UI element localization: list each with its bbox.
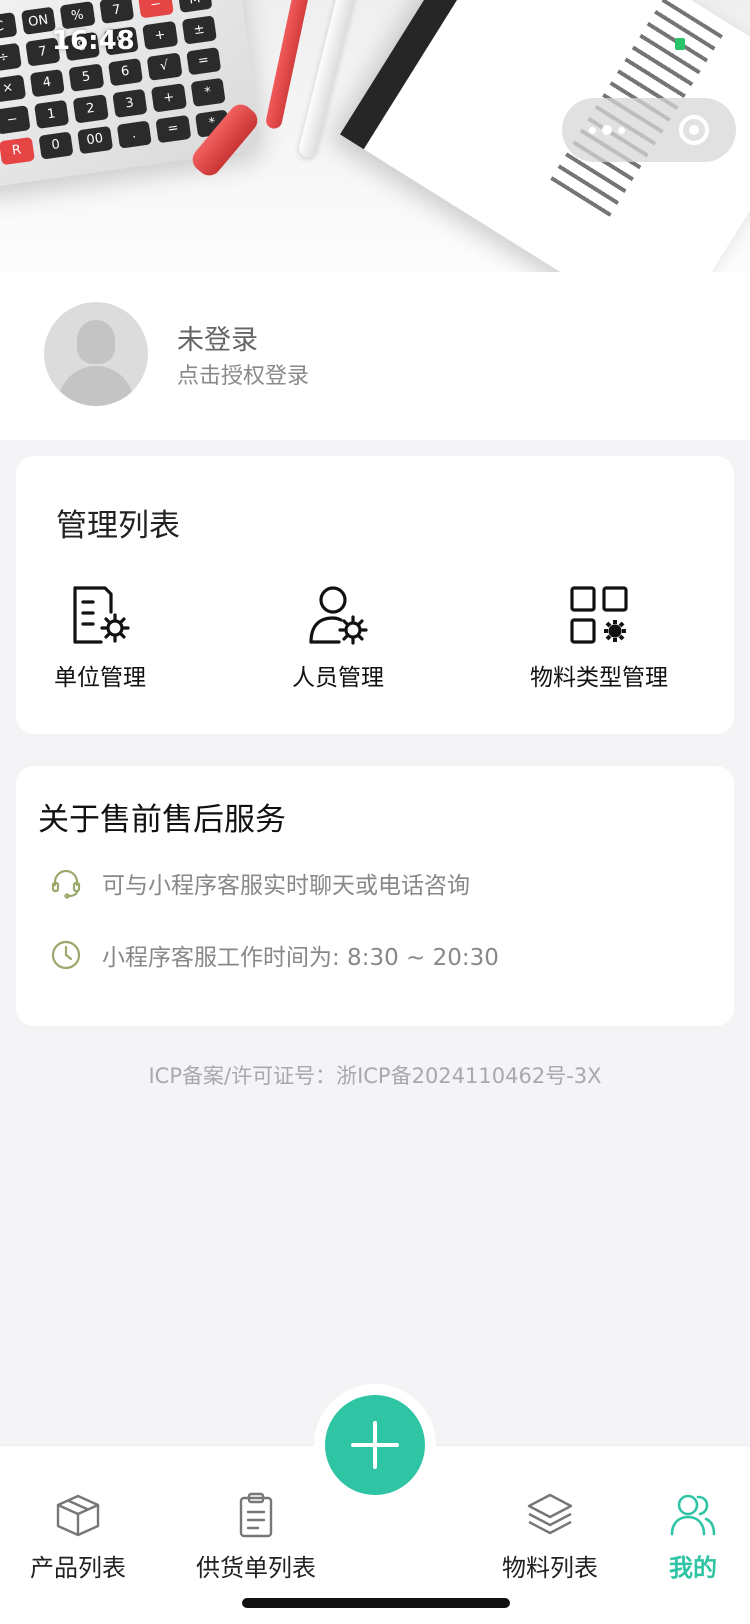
tab-mine[interactable]: 我的	[668, 1490, 718, 1583]
authorize-login-link[interactable]: 点击授权登录	[177, 358, 309, 390]
unit-management-label: 单位管理	[54, 665, 146, 691]
tab-supply-order-list-label: 供货单列表	[196, 1554, 316, 1582]
material-type-management-label: 物料类型管理	[530, 665, 668, 691]
service-chat-row: 可与小程序客服实时聊天或电话咨询	[50, 866, 470, 900]
status-time: 16:48	[52, 26, 135, 56]
tab-supply-order-list[interactable]: 供货单列表	[196, 1490, 316, 1583]
close-target-icon[interactable]	[679, 115, 709, 145]
users-icon	[670, 1494, 716, 1536]
mini-program-capsule[interactable]	[562, 98, 736, 162]
login-status-text: 未登录	[177, 325, 258, 356]
clock-icon	[51, 940, 81, 970]
management-list-card: 管理列表 单位管理 人员管理 物料类型管理	[16, 456, 734, 734]
unit-management-button[interactable]: 单位管理	[54, 582, 146, 692]
tab-material-list[interactable]: 物料列表	[502, 1490, 598, 1583]
grid-gear-icon	[570, 586, 628, 644]
tab-product-list[interactable]: 产品列表	[30, 1490, 126, 1583]
service-hours-text: 小程序客服工作时间为: 8:30 ~ 20:30	[102, 945, 499, 971]
add-button[interactable]	[325, 1395, 425, 1495]
service-chat-text: 可与小程序客服实时聊天或电话咨询	[102, 873, 470, 899]
red-pen-decoration	[264, 0, 312, 131]
home-indicator[interactable]	[242, 1598, 510, 1608]
box-icon	[56, 1494, 100, 1537]
plus-icon	[351, 1421, 399, 1469]
material-type-management-button[interactable]: 物料类型管理	[530, 582, 668, 692]
headset-icon	[51, 869, 81, 899]
more-options-icon[interactable]	[589, 125, 625, 135]
layers-icon	[527, 1493, 573, 1535]
service-info-card: 关于售前售后服务 可与小程序客服实时聊天或电话咨询 小程序客服工作时间为: 8:…	[16, 766, 734, 1026]
tab-material-list-label: 物料列表	[502, 1554, 598, 1582]
user-gear-icon	[309, 586, 368, 645]
staff-management-label: 人员管理	[292, 665, 384, 691]
staff-management-button[interactable]: 人员管理	[292, 582, 384, 692]
icp-license-text: ICP备案/许可证号：浙ICP备2024110462号-3X	[148, 1064, 602, 1088]
battery-icon	[675, 38, 685, 50]
clipboard-icon	[239, 1492, 273, 1538]
management-list-title: 管理列表	[56, 508, 180, 544]
document-gear-icon	[73, 586, 130, 644]
tab-product-list-label: 产品列表	[30, 1554, 126, 1582]
service-title: 关于售前售后服务	[38, 802, 286, 838]
user-login-card[interactable]: 未登录 点击授权登录	[0, 272, 750, 432]
avatar[interactable]	[44, 302, 148, 406]
tab-mine-label: 我的	[669, 1554, 717, 1582]
service-hours-row: 小程序客服工作时间为: 8:30 ~ 20:30	[50, 938, 499, 972]
